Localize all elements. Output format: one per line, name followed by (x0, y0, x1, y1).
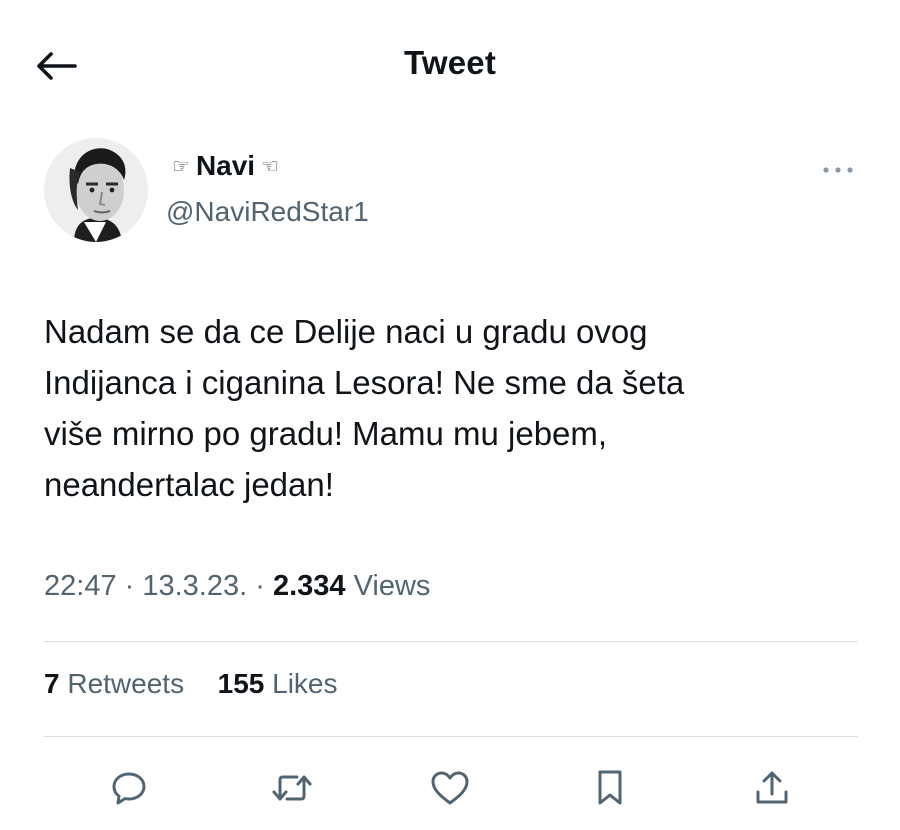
tweet-text-line: Nadam se da ce Delije naci u gradu ovog (44, 313, 648, 350)
share-button[interactable] (744, 760, 800, 816)
likes-count: 155 (217, 668, 265, 699)
share-icon (756, 771, 788, 804)
tweet-text-line: više mirno po gradu! Mamu mu jebem, (44, 415, 608, 452)
views-count: 2.334 (272, 570, 346, 602)
action-bar (0, 752, 900, 822)
page-title: Tweet (403, 44, 497, 81)
divider (44, 641, 858, 642)
reply-button[interactable] (101, 760, 157, 816)
avatar[interactable] (44, 138, 148, 242)
tweet-text: Nadam se da ce Delije naci u gradu ovog … (44, 306, 844, 510)
more-horizontal-icon (823, 167, 853, 173)
bookmark-button[interactable] (582, 760, 638, 816)
divider (44, 736, 858, 737)
bookmark-icon (598, 770, 622, 805)
user-handle[interactable]: @NaviRedStar1 (166, 196, 369, 228)
pointing-right-hand-icon: ☞ (172, 154, 190, 178)
retweet-icon (272, 775, 312, 801)
avatar-image (44, 138, 148, 242)
display-name: Navi (195, 150, 256, 181)
tweet-text-line: Indijanca i ciganina Lesora! Ne sme da š… (44, 364, 685, 401)
retweet-button[interactable] (264, 760, 320, 816)
engagement-stats: 7 Retweets 155 Likes (44, 668, 338, 700)
display-name-row[interactable]: ☞ Navi ☜ (166, 150, 285, 182)
meta-separator: · (247, 570, 273, 602)
meta-separator: · (116, 570, 143, 602)
top-bar: Tweet (0, 0, 900, 130)
tweet-time[interactable]: 22:47 (44, 570, 117, 602)
tweet-meta: 22:47 · 13.3.23. · 2.334 Views (44, 570, 430, 603)
retweets-stat[interactable]: 7 Retweets (44, 668, 184, 699)
likes-label: Likes (264, 668, 338, 699)
heart-icon (431, 771, 469, 805)
like-button[interactable] (422, 760, 478, 816)
pointing-left-hand-icon: ☜ (261, 154, 280, 178)
retweets-label: Retweets (59, 668, 185, 699)
more-options-button[interactable] (818, 156, 858, 184)
likes-stat[interactable]: 155 Likes (218, 668, 338, 699)
retweets-count: 7 (44, 668, 60, 699)
reply-icon (112, 772, 146, 805)
tweet-text-line: neandertalac jedan! (44, 466, 334, 503)
tweet-date[interactable]: 13.3.23. (142, 570, 247, 602)
views-label: Views (345, 570, 431, 602)
